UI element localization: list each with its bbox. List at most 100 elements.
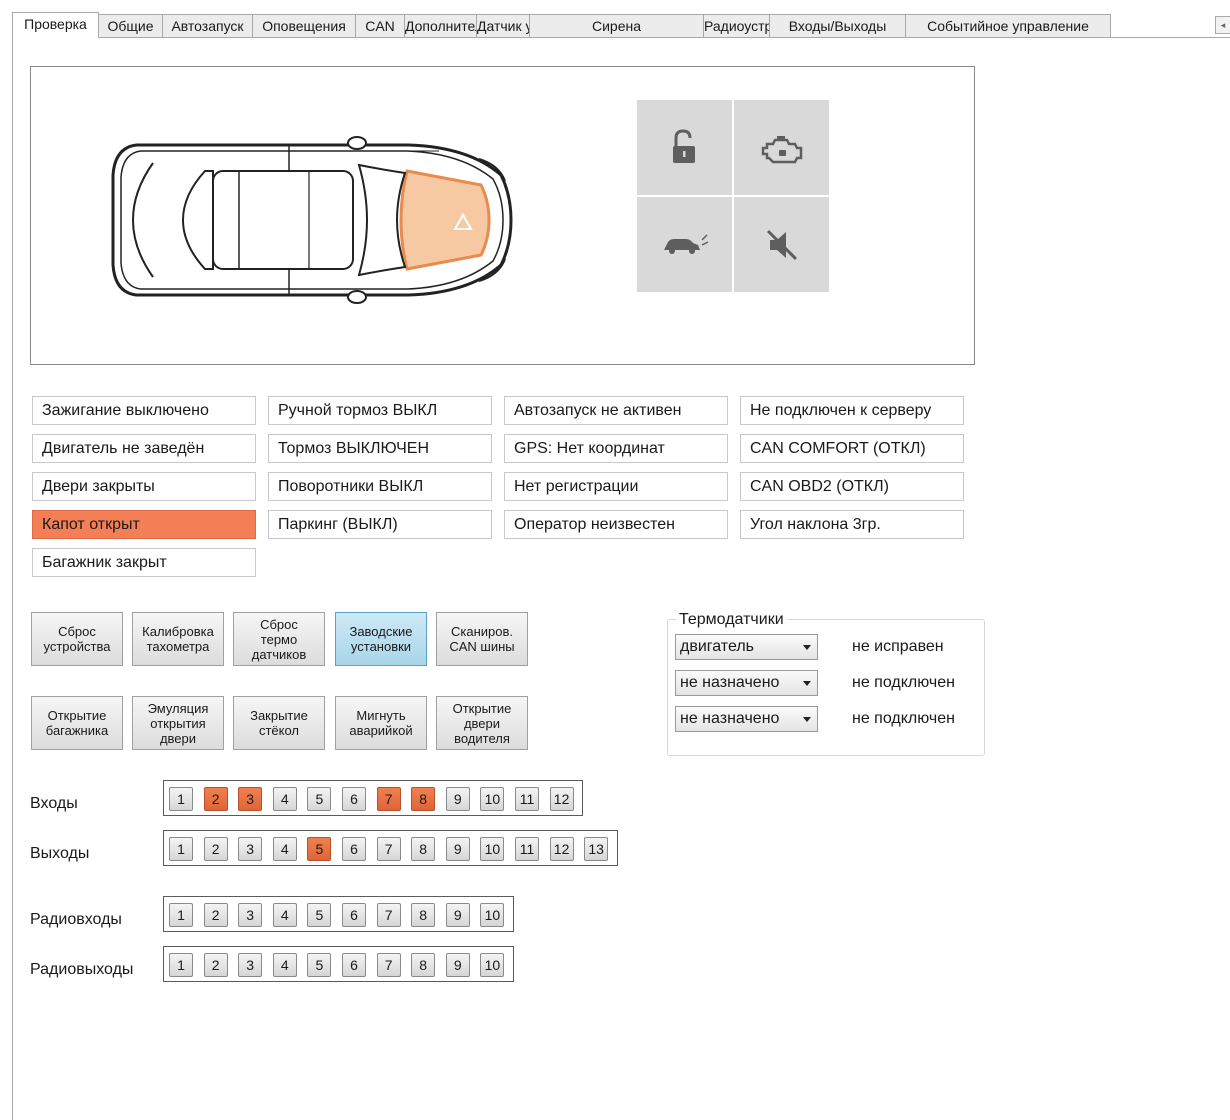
io-channel-button[interactable]: 4	[272, 953, 297, 977]
page-border	[12, 37, 13, 1120]
command-button[interactable]: Мигнуть аварийкой	[335, 696, 427, 750]
status-field: Зажигание выключено	[32, 396, 256, 425]
status-field: Угол наклона 3гр.	[740, 510, 964, 539]
command-button[interactable]: Открытие двери водителя	[436, 696, 528, 750]
car-top-view-icon	[111, 136, 513, 304]
io-channel-button[interactable]: 9	[445, 903, 470, 927]
status-field: Автозапуск не активен	[504, 396, 728, 425]
tab-2[interactable]: Общие	[98, 14, 163, 37]
io-channel-button[interactable]: 11	[515, 837, 539, 861]
chevron-down-icon	[803, 645, 811, 650]
status-field: Тормоз ВЫКЛЮЧЕН	[268, 434, 492, 463]
io-channel-button[interactable]: 9	[445, 953, 470, 977]
io-row-radio_inputs: 1 2 3 4 5 6 7 8 9 10	[163, 896, 514, 932]
mute-icon	[734, 197, 829, 292]
io-channel-button[interactable]: 1	[169, 787, 193, 811]
status-field: Ручной тормоз ВЫКЛ	[268, 396, 492, 425]
io-channel-button[interactable]: 10	[480, 837, 505, 861]
io-channel-button[interactable]: 8	[411, 837, 436, 861]
command-button[interactable]: Сканиров. CAN шины	[436, 612, 528, 666]
io-row-radio_outputs: 1 2 3 4 5 6 7 8 9 10	[163, 946, 514, 982]
io-channel-button[interactable]: 1	[169, 953, 193, 977]
thermo-sensor-select[interactable]: не назначено	[675, 706, 818, 732]
io-channel-button[interactable]: 5	[307, 787, 332, 811]
io-channel-button[interactable]: 7	[376, 903, 401, 927]
status-field: Двери закрыты	[32, 472, 256, 501]
io-channel-button[interactable]: 3	[238, 903, 263, 927]
command-button[interactable]: Закрытие стёкол	[233, 696, 325, 750]
io-channel-button[interactable]: 2	[203, 787, 228, 811]
status-field: CAN COMFORT (ОТКЛ)	[740, 434, 964, 463]
tab-1[interactable]: Проверка	[12, 12, 99, 38]
status-field: Поворотники ВЫКЛ	[268, 472, 492, 501]
io-channel-button[interactable]: 9	[445, 837, 470, 861]
io-row-label: Выходы	[30, 845, 90, 862]
chevron-down-icon	[803, 717, 811, 722]
io-channel-button[interactable]: 3	[238, 837, 263, 861]
io-channel-button[interactable]: 10	[480, 787, 505, 811]
hood-alert-zone	[399, 169, 491, 271]
io-channel-button[interactable]: 8	[411, 787, 436, 811]
io-channel-button[interactable]: 9	[445, 787, 470, 811]
io-channel-button[interactable]: 5	[307, 953, 332, 977]
status-field: Багажник закрыт	[32, 548, 256, 577]
io-channel-button[interactable]: 13	[584, 837, 609, 861]
command-button[interactable]: Сброс термо датчиков	[233, 612, 325, 666]
io-channel-button[interactable]: 2	[203, 837, 228, 861]
io-channel-button[interactable]: 7	[376, 953, 401, 977]
arrow-left-icon[interactable]: ◂	[1215, 16, 1230, 34]
status-icon-grid	[637, 100, 829, 292]
command-button[interactable]: Открытие багажника	[31, 696, 123, 750]
io-channel-button[interactable]: 8	[411, 953, 436, 977]
thermo-sensor-select-value: двигатель	[680, 638, 754, 655]
car-signal-icon	[637, 197, 732, 292]
tab-8[interactable]: Сирена	[529, 14, 704, 37]
lock-open-icon	[637, 100, 732, 195]
io-channel-button[interactable]: 12	[549, 837, 574, 861]
io-channel-button[interactable]: 4	[272, 837, 297, 861]
io-channel-button[interactable]: 5	[307, 903, 332, 927]
thermo-sensor-select[interactable]: не назначено	[675, 670, 818, 696]
thermo-sensor-select-value: не назначено	[680, 674, 780, 691]
io-channel-button[interactable]: 5	[307, 837, 332, 861]
io-channel-button[interactable]: 6	[342, 787, 366, 811]
status-field: Оператор неизвестен	[504, 510, 728, 539]
io-channel-button[interactable]: 8	[411, 903, 436, 927]
tab-10[interactable]: Входы/Выходы	[769, 14, 906, 37]
tab-3[interactable]: Автозапуск	[162, 14, 253, 37]
status-field: Двигатель не заведён	[32, 434, 256, 463]
io-channel-button[interactable]: 2	[203, 903, 228, 927]
tab-7[interactable]: Датчик удара / наклона	[476, 14, 629, 37]
io-channel-button[interactable]: 10	[480, 953, 505, 977]
io-channel-button[interactable]: 4	[272, 903, 297, 927]
io-row-label: Радиовыходы	[30, 961, 134, 978]
io-channel-button[interactable]: 6	[342, 837, 366, 861]
status-field: Паркинг (ВЫКЛ)	[268, 510, 492, 539]
io-channel-button[interactable]: 11	[515, 787, 539, 811]
io-channel-button[interactable]: 12	[549, 787, 574, 811]
tab-9[interactable]: Радиоустройства	[703, 14, 816, 37]
command-button[interactable]: Сброс устройства	[31, 612, 123, 666]
io-channel-button[interactable]: 1	[169, 903, 193, 927]
tab-5[interactable]: CAN	[355, 14, 405, 37]
tab-6[interactable]: Дополнительно	[404, 14, 506, 37]
io-row-label: Входы	[30, 795, 78, 812]
thermo-sensor-select-value: не назначено	[680, 710, 780, 727]
io-channel-button[interactable]: 4	[272, 787, 297, 811]
command-button[interactable]: Эмуляция открытия двери	[132, 696, 224, 750]
io-channel-button[interactable]: 6	[342, 953, 366, 977]
io-channel-button[interactable]: 3	[238, 787, 263, 811]
thermo-sensors-title: Термодатчики	[676, 611, 787, 629]
command-button[interactable]: Заводские установки	[335, 612, 427, 666]
io-channel-button[interactable]: 3	[238, 953, 263, 977]
tab-11[interactable]: Событийное управление	[905, 14, 1111, 37]
command-button[interactable]: Калибровка тахометра	[132, 612, 224, 666]
io-channel-button[interactable]: 1	[169, 837, 193, 861]
io-channel-button[interactable]: 7	[376, 787, 401, 811]
thermo-sensor-select[interactable]: двигатель	[675, 634, 818, 660]
io-channel-button[interactable]: 10	[480, 903, 505, 927]
io-channel-button[interactable]: 6	[342, 903, 366, 927]
io-channel-button[interactable]: 7	[376, 837, 401, 861]
tab-4[interactable]: Оповещения	[252, 14, 356, 37]
io-channel-button[interactable]: 2	[203, 953, 228, 977]
